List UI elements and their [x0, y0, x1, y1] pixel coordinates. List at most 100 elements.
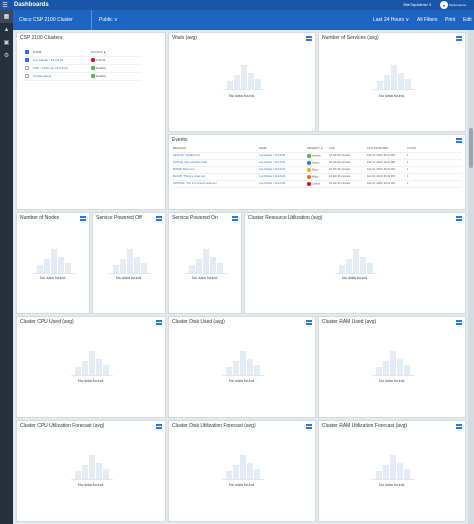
empty-chart-icon — [33, 249, 75, 274]
column-header-last-detected[interactable]: LAST DETECTED — [366, 145, 406, 153]
empty-chart-icon — [335, 249, 377, 274]
column-header-severity[interactable]: SEVERITY ▲ — [306, 145, 328, 153]
table-view-icon[interactable] — [80, 216, 86, 221]
no-data-text: No data found. — [228, 93, 256, 98]
panel-title: Cluster RAM Used (avg) — [322, 319, 377, 325]
count-cell: 1 — [406, 180, 462, 188]
column-header-name[interactable]: NAME — [258, 145, 306, 153]
all-filters-button[interactable]: All Filters — [417, 17, 438, 23]
event-message-link[interactable]: CRITICAL: This is a Critical mode text — [173, 182, 217, 185]
age-cell: 4d 14h 36 minutes — [328, 166, 366, 174]
no-data-text: No data found. — [115, 275, 143, 280]
table-view-icon[interactable] — [456, 424, 462, 429]
column-header-age[interactable]: AGE — [328, 145, 366, 153]
panel-title: Cluster Disk Used (avg) — [172, 319, 225, 325]
count-cell: 1 — [406, 166, 462, 174]
count-cell: 1 — [406, 173, 462, 181]
last-detected-cell: Feb 12, 2020, 06:21 PM — [366, 180, 406, 188]
column-header-count[interactable]: COUNT — [406, 145, 462, 153]
row-checkbox[interactable] — [25, 74, 29, 79]
page-scrollbar[interactable] — [468, 30, 474, 524]
dashboard-toolbar: Cisco CSP 2100 Cluster Public ∨ Last 24 … — [13, 10, 474, 30]
table-view-icon[interactable] — [306, 424, 312, 429]
table-view-icon[interactable] — [232, 216, 238, 221]
table-row[interactable]: NOTICE: This is Notice mode Lsp-Cluster … — [172, 159, 462, 167]
scrollbar-thumb[interactable] — [469, 128, 473, 168]
event-message-link[interactable]: NOTICE: This is Notice mode — [173, 161, 207, 164]
row-checkbox[interactable] — [25, 58, 29, 63]
row-checkbox[interactable] — [25, 66, 29, 71]
age-cell: 4d 14h 36 minutes — [328, 152, 366, 160]
panel-title: Cluster CPU Used (avg) — [20, 319, 74, 325]
table-row[interactable]: Cluster Name Healthy — [23, 72, 141, 81]
event-name-link[interactable]: Lsp-Cluster / 10.2.8.22 — [259, 161, 285, 164]
table-view-icon[interactable] — [156, 320, 162, 325]
table-row[interactable]: CSP - 2100 Lsp-10.2.8.33 Healthy — [23, 64, 141, 73]
brand-text: Performance — [449, 3, 467, 7]
cluster-link[interactable]: Cluster Name — [33, 74, 51, 78]
edit-button[interactable]: Edit — [463, 17, 472, 23]
column-header-name[interactable]: NAME — [31, 48, 89, 57]
column-header-status[interactable]: STATUS ▲ — [89, 48, 141, 57]
table-row[interactable]: CRITICAL: This is a Critical mode text L… — [172, 180, 462, 188]
table-row[interactable]: Lsp-Cluster / 10.2.8.22 Critical — [23, 56, 141, 65]
no-data-text: No data found. — [77, 482, 105, 487]
severity-text: Major — [312, 175, 319, 179]
number-of-nodes-panel: Number of Nodes No data found. — [16, 212, 90, 314]
table-view-icon[interactable] — [156, 424, 162, 429]
visibility-dropdown[interactable]: Public ∨ — [99, 17, 118, 23]
column-header-message[interactable]: MESSAGE — [172, 145, 258, 153]
event-name-link[interactable]: Lsp-Cluster / 10.2.8.22 — [259, 182, 285, 185]
device-icon[interactable]: ▣ — [0, 36, 13, 49]
cluster-link[interactable]: Lsp-Cluster / 10.2.8.22 — [33, 58, 63, 62]
event-name-link[interactable]: Lsp-Cluster / 10.2.8.22 — [259, 175, 285, 178]
table-header: NAME STATUS ▲ — [23, 48, 141, 57]
severity-dot-icon — [307, 160, 311, 165]
panel-title: Cluster CPU Utilization Forecast (avg) — [20, 423, 105, 429]
table-view-icon[interactable] — [456, 138, 462, 143]
select-all-checkbox[interactable] — [25, 49, 29, 54]
last-detected-cell: Feb 12, 2020, 06:21 PM — [366, 159, 406, 167]
event-name-link[interactable]: Lsp-Cluster / 10.2.8.22 — [259, 168, 285, 171]
severity-dot-icon — [307, 167, 311, 172]
alert-icon[interactable]: ▲ — [0, 23, 13, 36]
settings-icon[interactable]: ⚙ — [0, 49, 13, 62]
severity-text: Healthy — [312, 154, 321, 158]
empty-chart-icon — [109, 249, 151, 274]
no-data-text: No data found. — [378, 378, 406, 383]
table-row[interactable]: MINOR: Minor text Lsp-Cluster / 10.2.8.2… — [172, 166, 462, 174]
status-dot-icon — [91, 74, 95, 79]
event-message-link[interactable]: MINOR: Minor text — [173, 168, 194, 171]
print-button[interactable]: Print — [445, 17, 455, 23]
table-header: MESSAGE NAME SEVERITY ▲ AGE LAST DETECTE… — [172, 145, 462, 153]
cluster-disk-used-panel: Cluster Disk Used (avg) No data found. — [168, 316, 316, 418]
event-name-link[interactable]: Lsp-Cluster / 10.2.8.22 — [259, 154, 285, 157]
time-range-dropdown[interactable]: Last 24 Hours ∨ — [373, 17, 409, 23]
table-view-icon[interactable] — [306, 36, 312, 41]
grid-icon[interactable]: ▦ — [0, 10, 13, 23]
empty-chart-icon — [71, 455, 113, 480]
brand-logo-icon: ● — [440, 1, 448, 9]
status-dot-icon — [91, 58, 95, 63]
event-message-link[interactable]: MAJOR: This is a major text — [173, 175, 205, 178]
app-title: Dashboards — [14, 2, 49, 8]
hamburger-icon[interactable]: ☰ — [0, 0, 10, 10]
severity-dot-icon — [307, 181, 311, 186]
user-menu[interactable]: SiteTopAdmin ∨ — [403, 2, 432, 7]
table-view-icon[interactable] — [456, 36, 462, 41]
vitals-panel: Vitals (avg) No data found. — [168, 32, 316, 132]
no-data-text: No data found. — [228, 482, 256, 487]
service-powered-on-panel: Service Powered On No data found. — [168, 212, 242, 314]
event-message-link[interactable]: HEALTHY: Healthy text — [173, 154, 200, 157]
cluster-ram-forecast-panel: Cluster RAM Utilization Forecast (avg) N… — [318, 420, 466, 522]
cluster-link[interactable]: CSP - 2100 Lsp-10.2.8.33 — [33, 66, 68, 70]
table-view-icon[interactable] — [456, 216, 462, 221]
table-view-icon[interactable] — [456, 320, 462, 325]
panel-title: Cluster RAM Utilization Forecast (avg) — [322, 423, 408, 429]
divider — [91, 10, 92, 30]
table-view-icon[interactable] — [306, 320, 312, 325]
table-view-icon[interactable] — [156, 216, 162, 221]
severity-dot-icon — [307, 174, 311, 179]
table-row[interactable]: HEALTHY: Healthy text Lsp-Cluster / 10.2… — [172, 152, 462, 160]
table-row[interactable]: MAJOR: This is a major text Lsp-Cluster … — [172, 173, 462, 181]
